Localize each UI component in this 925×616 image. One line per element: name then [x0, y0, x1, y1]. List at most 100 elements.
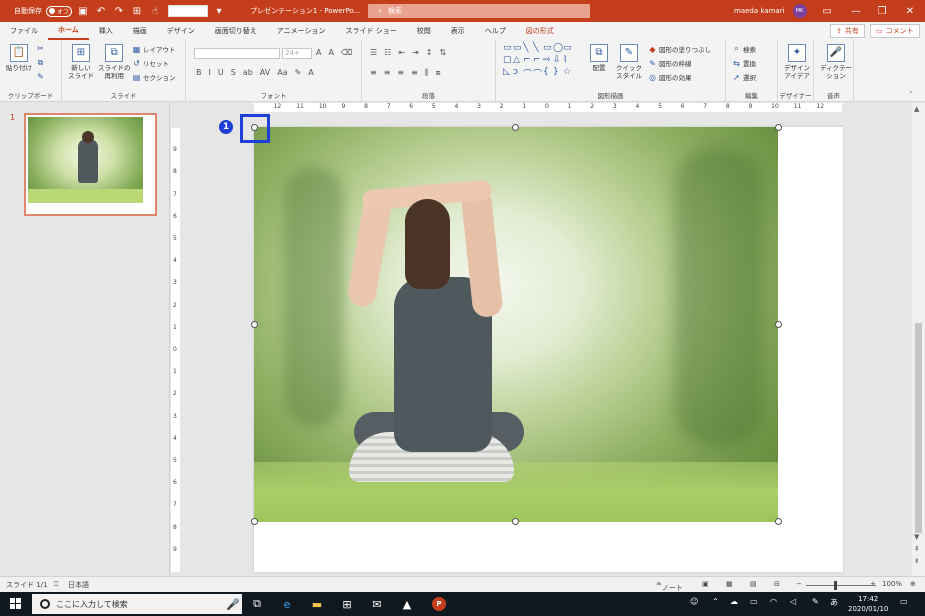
edge-icon[interactable]: e [276, 594, 298, 614]
ime-indicator[interactable]: あ [830, 597, 838, 608]
reading-view-icon[interactable]: ▤ [750, 580, 757, 588]
design-ideas-button[interactable]: ✦ デザイン アイデア [784, 44, 810, 80]
collapse-ribbon-icon[interactable]: ⌃ [908, 90, 914, 98]
quick-style-button[interactable]: ✎ クイック スタイル [616, 44, 642, 80]
copy-button[interactable]: ⧉ [36, 58, 45, 67]
microphone-icon[interactable]: 🎤 [222, 594, 244, 614]
share-button[interactable]: ⇪ 共有 [830, 24, 865, 38]
italic-icon[interactable]: I [209, 68, 211, 77]
columns-icon[interactable]: ⫼ [425, 68, 429, 78]
tab-help[interactable]: ヘルプ [475, 22, 516, 40]
notes-button[interactable]: ≐ ノート [656, 580, 683, 592]
wifi-icon[interactable]: ◠ [770, 597, 777, 606]
undo-icon[interactable]: ↶ [94, 4, 108, 18]
find-button[interactable]: ⌕ 検索 [732, 44, 756, 54]
zoom-in-icon[interactable]: + [870, 580, 876, 588]
autosave-toggle[interactable]: オフ [46, 5, 72, 17]
zoom-level[interactable]: 100% [882, 580, 902, 588]
increase-indent-icon[interactable]: ⇥ [412, 48, 419, 57]
vertical-scrollbar[interactable]: ▲ ▼ ⇞ ⇟ [912, 103, 925, 576]
resize-handle-top[interactable] [512, 124, 519, 131]
zoom-slider[interactable] [806, 585, 876, 586]
clear-format-icon[interactable]: ⌫ [341, 48, 352, 57]
minimize-icon[interactable]: — [843, 0, 869, 22]
normal-view-icon[interactable]: ▣ [702, 580, 709, 588]
highlight-icon[interactable]: ✎ [295, 68, 302, 77]
shape-fill-button[interactable]: ◆ 図形の塗りつぶし [648, 44, 711, 55]
font-name-combobox[interactable] [194, 48, 280, 59]
cut-button[interactable]: ✂ [36, 44, 45, 53]
taskbar-search-box[interactable]: ここに入力して検索 [32, 594, 242, 614]
comment-button[interactable]: ▭ コメント [870, 24, 920, 38]
resize-handle-bottom-right[interactable] [775, 518, 782, 525]
shrink-font-icon[interactable]: A [328, 48, 333, 57]
selected-picture[interactable] [254, 127, 778, 522]
smartart-icon[interactable]: ⧈ [436, 68, 441, 78]
bold-icon[interactable]: B [196, 68, 202, 77]
tab-picture-format[interactable]: 図の形式 [516, 22, 564, 40]
fit-to-window-icon[interactable]: ⊕ [910, 580, 916, 588]
powerpoint-taskbar-icon[interactable]: P [428, 594, 450, 614]
scroll-up-icon[interactable]: ▲ [914, 105, 919, 113]
resize-handle-top-right[interactable] [775, 124, 782, 131]
slide-canvas[interactable] [254, 127, 843, 572]
next-slide-icon[interactable]: ⇟ [914, 557, 920, 565]
bullets-icon[interactable]: ☰ [370, 48, 377, 57]
align-right-icon[interactable]: ≡ [397, 68, 404, 78]
slide-thumbnail[interactable] [24, 113, 157, 216]
user-account[interactable]: maeda kamari MK [734, 0, 807, 22]
resize-handle-bottom-left[interactable] [251, 518, 258, 525]
photos-icon[interactable]: ▲ [396, 594, 418, 614]
slideshow-view-icon[interactable]: ⊟ [774, 580, 780, 588]
title-search-box[interactable]: ⌕ 検索 [368, 4, 590, 18]
tray-overflow-icon[interactable]: ⌃ [712, 597, 719, 606]
previous-slide-icon[interactable]: ⇞ [914, 545, 920, 553]
onedrive-icon[interactable]: ☁ [730, 597, 738, 606]
notifications-icon[interactable]: ▭ [900, 597, 908, 606]
close-icon[interactable]: ✕ [897, 0, 923, 22]
volume-icon[interactable]: ◁ [790, 597, 796, 606]
save-icon[interactable]: ▣ [76, 4, 90, 18]
font-color-icon[interactable]: A [308, 68, 313, 77]
spellcheck-icon[interactable]: ⎕ [54, 580, 58, 589]
shape-outline-button[interactable]: ✎ 図形の枠線 [648, 58, 691, 69]
justify-icon[interactable]: ≡ [411, 68, 418, 78]
new-slide-button[interactable]: ⊞ 新しい スライド [68, 44, 94, 80]
reset-button[interactable]: ↺ リセット [132, 58, 169, 69]
layout-button[interactable]: ▦ レイアウト [132, 44, 176, 55]
tab-slideshow[interactable]: スライド ショー [336, 22, 407, 40]
numbering-icon[interactable]: ☷ [384, 48, 391, 57]
avatar[interactable]: MK [792, 4, 807, 18]
tab-animations[interactable]: アニメーション [267, 22, 336, 40]
customize-quick-access-icon[interactable]: ▾ [212, 4, 226, 18]
file-explorer-icon[interactable]: ▬ [306, 594, 328, 614]
reuse-slides-button[interactable]: ⧉ スライドの 再利用 [98, 44, 131, 80]
shapes-gallery[interactable]: ▭ ▭ ╲ ╲ ▭ ◯ ▭ ▢ △ ⌐ ⌐ ⇨ ⇩ ⌇ ◺ ↄ ⌒ ⌒{} ☆ [503, 43, 577, 81]
arrange-button[interactable]: ⧉ 配置 [590, 44, 608, 72]
align-center-icon[interactable]: ≡ [384, 68, 391, 78]
pen-icon[interactable]: ✎ [812, 597, 819, 606]
scroll-down-icon[interactable]: ▼ [914, 533, 919, 541]
underline-icon[interactable]: U [218, 68, 224, 77]
align-left-icon[interactable]: ≡ [370, 68, 377, 78]
tab-review[interactable]: 校閲 [407, 22, 441, 40]
people-icon[interactable]: ☺ [690, 597, 698, 606]
decrease-indent-icon[interactable]: ⇤ [398, 48, 405, 57]
format-painter-button[interactable]: ✎ [36, 72, 45, 81]
resize-handle-left[interactable] [251, 321, 258, 328]
system-clock[interactable]: 17:42 2020/01/10 [848, 594, 888, 614]
dictate-button[interactable]: 🎤 ディクテー ション [820, 44, 852, 80]
tab-design[interactable]: デザイン [157, 22, 205, 40]
text-direction-icon[interactable]: ⇅ [439, 48, 446, 57]
tab-draw[interactable]: 描画 [123, 22, 157, 40]
zoom-slider-knob[interactable] [834, 581, 837, 590]
windows-start-icon[interactable] [10, 598, 22, 610]
mail-icon[interactable]: ✉ [366, 594, 388, 614]
strike-icon[interactable]: S [231, 68, 236, 77]
resize-handle-right[interactable] [775, 321, 782, 328]
redo-icon[interactable]: ↷ [112, 4, 126, 18]
strike-through-icon[interactable]: ab [243, 68, 253, 77]
quick-access-combobox[interactable] [168, 5, 208, 17]
battery-icon[interactable]: ▭ [750, 597, 758, 606]
replace-button[interactable]: ⇆ 置換 [732, 58, 756, 69]
